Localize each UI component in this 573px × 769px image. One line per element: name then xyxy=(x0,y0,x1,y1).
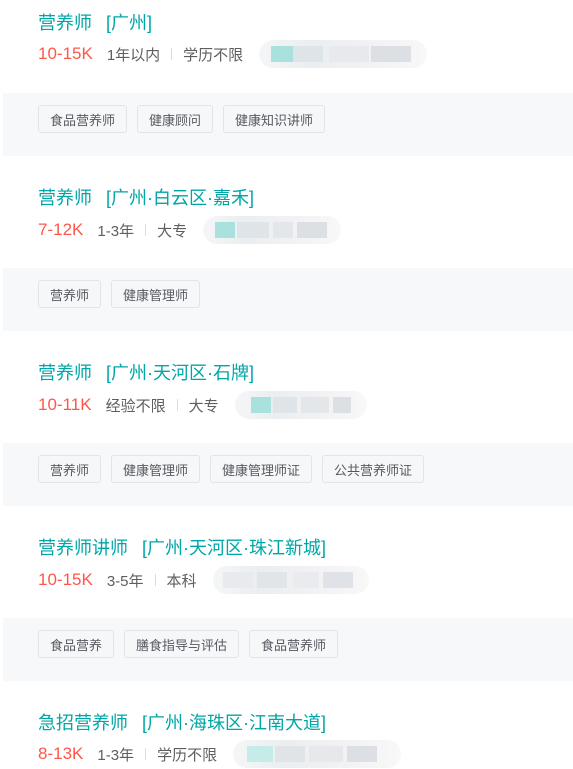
job-location: [广州·海珠区·江南大道] xyxy=(142,713,326,733)
job-title-link[interactable]: 营养师 [广州·白云区·嘉禾] xyxy=(38,186,254,210)
job-info: 7-12K 1-3年 大专 xyxy=(38,216,342,244)
job-title-link[interactable]: 营养师 [广州·天河区·石牌] xyxy=(38,361,254,385)
company-contact-blurred[interactable] xyxy=(203,216,342,244)
job-tag[interactable]: 营养师 xyxy=(38,280,102,308)
job-title[interactable]: 营养师讲师 xyxy=(38,538,128,558)
education: 大专 xyxy=(157,222,188,240)
job-tag[interactable]: 膳食指导与评估 xyxy=(124,630,240,658)
salary: 10-15K xyxy=(38,44,93,63)
job-title[interactable]: 营养师 xyxy=(38,13,92,33)
experience: 1-3年 xyxy=(97,746,135,764)
experience: 3-5年 xyxy=(106,572,144,590)
job-info: 10-11K 经验不限 大专 xyxy=(38,391,367,419)
job-location: [广州·天河区·石牌] xyxy=(106,363,254,383)
education: 学历不限 xyxy=(183,46,244,64)
job-tag[interactable]: 营养师 xyxy=(38,455,102,483)
tag-list: 食品营养师 健康顾问 健康知识讲师 xyxy=(38,105,326,133)
job-location: [广州·天河区·珠江新城] xyxy=(142,538,326,558)
job-tag[interactable]: 健康管理师证 xyxy=(210,455,313,483)
salary: 10-11K xyxy=(38,395,92,414)
job-card[interactable]: 营养师 [广州·天河区·石牌] 10-11K 经验不限 大专 营养师 健康管理师 … xyxy=(0,331,573,506)
tag-list: 营养师 健康管理师 xyxy=(38,280,201,308)
job-card[interactable]: 急招营养师 [广州·海珠区·江南大道] 8-13K 1-3年 学历不限 xyxy=(0,681,573,769)
tag-strip: 食品营养 膳食指导与评估 食品营养师 xyxy=(3,618,573,681)
company-contact-blurred[interactable] xyxy=(234,391,367,419)
job-info: 10-15K 3-5年 本科 xyxy=(38,566,369,594)
job-tag[interactable]: 健康管理师 xyxy=(111,455,201,483)
job-info: 8-13K 1-3年 学历不限 xyxy=(38,740,402,768)
job-title[interactable]: 急招营养师 xyxy=(38,713,128,733)
job-card[interactable]: 营养师 [广州] 10-15K 1年以内 学历不限 食品营养师 健康顾问 健康知识… xyxy=(0,0,573,156)
company-contact-blurred[interactable] xyxy=(233,740,402,768)
education: 学历不限 xyxy=(157,746,218,764)
tag-list: 食品营养 膳食指导与评估 食品营养师 xyxy=(38,630,339,658)
salary: 8-13K xyxy=(38,744,84,763)
tag-strip: 食品营养师 健康顾问 健康知识讲师 xyxy=(3,93,573,156)
job-card[interactable]: 营养师 [广州·白云区·嘉禾] 7-12K 1-3年 大专 营养师 健康管理师 xyxy=(0,156,573,331)
divider xyxy=(171,48,173,60)
education: 本科 xyxy=(166,572,197,590)
job-tag[interactable]: 健康管理师 xyxy=(111,280,201,308)
tag-strip: 营养师 健康管理师 xyxy=(3,268,573,331)
job-title-link[interactable]: 急招营养师 [广州·海珠区·江南大道] xyxy=(38,711,326,735)
job-location: [广州·白云区·嘉禾] xyxy=(106,188,254,208)
job-title[interactable]: 营养师 xyxy=(38,188,92,208)
job-title-link[interactable]: 营养师讲师 [广州·天河区·珠江新城] xyxy=(38,536,326,560)
job-title-link[interactable]: 营养师 [广州] xyxy=(38,11,152,35)
job-location: [广州] xyxy=(106,13,153,33)
job-info: 10-15K 1年以内 学历不限 xyxy=(38,40,428,68)
experience: 经验不限 xyxy=(105,397,166,415)
job-tag[interactable]: 食品营养师 xyxy=(38,105,128,133)
job-card[interactable]: 营养师讲师 [广州·天河区·珠江新城] 10-15K 3-5年 本科 食品营养 膳… xyxy=(0,506,573,681)
company-contact-blurred[interactable] xyxy=(259,40,428,68)
job-tag[interactable]: 食品营养师 xyxy=(249,630,339,658)
company-contact-blurred[interactable] xyxy=(212,566,369,594)
education: 大专 xyxy=(188,397,219,415)
divider xyxy=(154,574,156,586)
salary: 10-15K xyxy=(38,570,93,589)
experience: 1年以内 xyxy=(106,46,161,64)
divider xyxy=(145,224,147,236)
experience: 1-3年 xyxy=(97,222,135,240)
job-tag[interactable]: 健康知识讲师 xyxy=(223,105,326,133)
tag-strip: 营养师 健康管理师 健康管理师证 公共营养师证 xyxy=(3,443,573,506)
job-tag[interactable]: 食品营养 xyxy=(38,630,115,658)
job-tag[interactable]: 公共营养师证 xyxy=(322,455,425,483)
divider xyxy=(176,399,178,411)
job-tag[interactable]: 健康顾问 xyxy=(137,105,214,133)
salary: 7-12K xyxy=(38,220,84,239)
divider xyxy=(145,748,147,760)
tag-list: 营养师 健康管理师 健康管理师证 公共营养师证 xyxy=(38,455,425,483)
job-title[interactable]: 营养师 xyxy=(38,363,92,383)
